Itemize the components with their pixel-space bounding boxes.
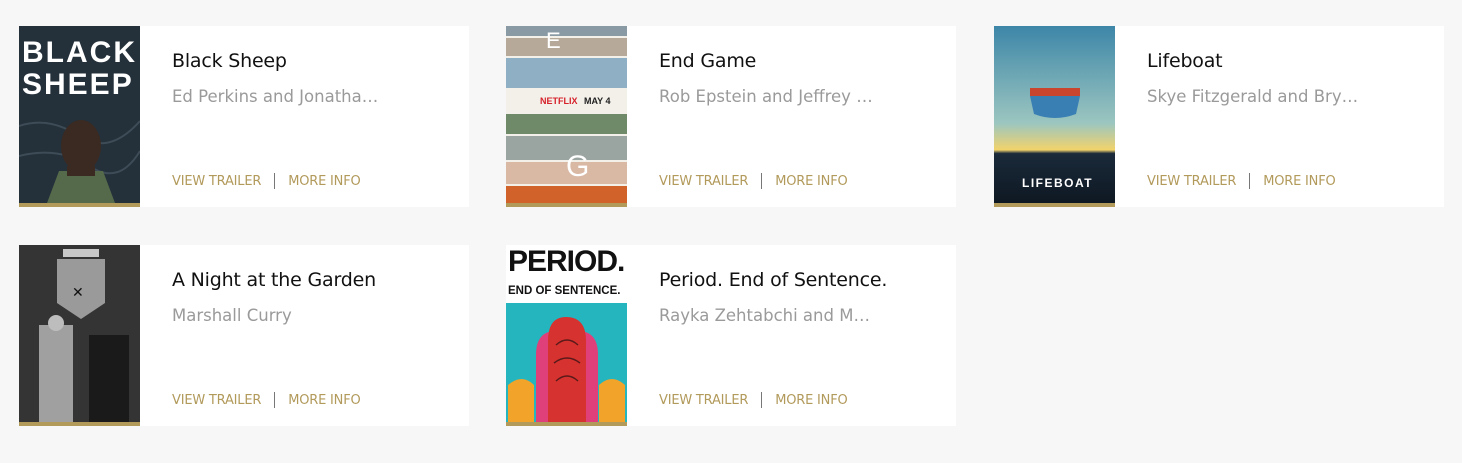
more-info-link[interactable]: MORE INFO xyxy=(288,393,360,408)
more-info-link[interactable]: MORE INFO xyxy=(775,174,847,189)
film-card: PERIOD. END OF SENTENCE. Period. End of … xyxy=(506,245,956,426)
film-title[interactable]: End Game xyxy=(659,50,756,72)
film-card: ✕ A Night at the Garden Marshall Curry V… xyxy=(19,245,469,426)
card-actions: VIEW TRAILER MORE INFO xyxy=(659,392,848,408)
poster-title: LIFEBOAT xyxy=(1022,176,1094,190)
svg-text:E: E xyxy=(546,28,561,53)
poster-accent-bar xyxy=(19,422,140,426)
film-credit: Marshall Curry xyxy=(172,306,292,325)
poster-art: E G xyxy=(506,26,627,203)
poster-title-line2: END OF SENTENCE. xyxy=(508,285,621,297)
card-actions: VIEW TRAILER MORE INFO xyxy=(659,173,848,189)
film-credit: Skye Fitzgerald and Bryn Mooser xyxy=(1147,87,1362,106)
svg-text:G: G xyxy=(566,150,589,183)
poster-image[interactable]: ✕ xyxy=(19,245,140,422)
view-trailer-link[interactable]: VIEW TRAILER xyxy=(1147,174,1236,189)
film-title[interactable]: A Night at the Garden xyxy=(172,269,376,291)
view-trailer-link[interactable]: VIEW TRAILER xyxy=(659,174,748,189)
view-trailer-link[interactable]: VIEW TRAILER xyxy=(172,174,261,189)
poster-title-line1: PERIOD. xyxy=(508,245,625,278)
film-card: LIFEBOAT Lifeboat Skye Fitzgerald and Br… xyxy=(994,26,1444,207)
poster-accent-bar xyxy=(506,203,627,207)
card-actions: VIEW TRAILER MORE INFO xyxy=(1147,173,1336,189)
poster-accent-bar xyxy=(994,203,1115,207)
film-credit: Rob Epstein and Jeffrey Friedman xyxy=(659,87,874,106)
card-actions: VIEW TRAILER MORE INFO xyxy=(172,392,361,408)
poster-art: ✕ xyxy=(19,245,140,422)
divider xyxy=(761,173,763,189)
film-credit: Ed Perkins and Jonathan Chinn xyxy=(172,87,387,106)
divider xyxy=(761,392,763,408)
film-card: BLACK SHEEP Black Sheep Ed Perkins and J… xyxy=(19,26,469,207)
more-info-link[interactable]: MORE INFO xyxy=(1263,174,1335,189)
view-trailer-link[interactable]: VIEW TRAILER xyxy=(659,393,748,408)
film-credit: Rayka Zehtabchi and Melissa Berton xyxy=(659,306,874,325)
poster-accent-bar xyxy=(506,422,627,426)
divider xyxy=(274,392,276,408)
film-title[interactable]: Period. End of Sentence. xyxy=(659,269,887,291)
poster-image[interactable]: E G NETFLIX MAY 4 xyxy=(506,26,627,203)
more-info-link[interactable]: MORE INFO xyxy=(775,393,847,408)
card-actions: VIEW TRAILER MORE INFO xyxy=(172,173,361,189)
divider xyxy=(1249,173,1251,189)
film-card: E G NETFLIX MAY 4 End Game Rob Epstein a… xyxy=(506,26,956,207)
view-trailer-link[interactable]: VIEW TRAILER xyxy=(172,393,261,408)
poster-date: MAY 4 xyxy=(584,96,611,106)
film-title[interactable]: Black Sheep xyxy=(172,50,287,72)
divider xyxy=(274,173,276,189)
poster-title-line1: BLACK xyxy=(22,36,137,69)
poster-accent-bar xyxy=(19,203,140,207)
film-title[interactable]: Lifeboat xyxy=(1147,50,1223,72)
svg-text:✕: ✕ xyxy=(72,285,84,301)
poster-image[interactable]: PERIOD. END OF SENTENCE. xyxy=(506,245,627,422)
poster-title-line2: SHEEP xyxy=(22,68,134,101)
more-info-link[interactable]: MORE INFO xyxy=(288,174,360,189)
poster-image[interactable]: LIFEBOAT xyxy=(994,26,1115,203)
poster-image[interactable]: BLACK SHEEP xyxy=(19,26,140,203)
poster-network: NETFLIX xyxy=(540,96,578,106)
